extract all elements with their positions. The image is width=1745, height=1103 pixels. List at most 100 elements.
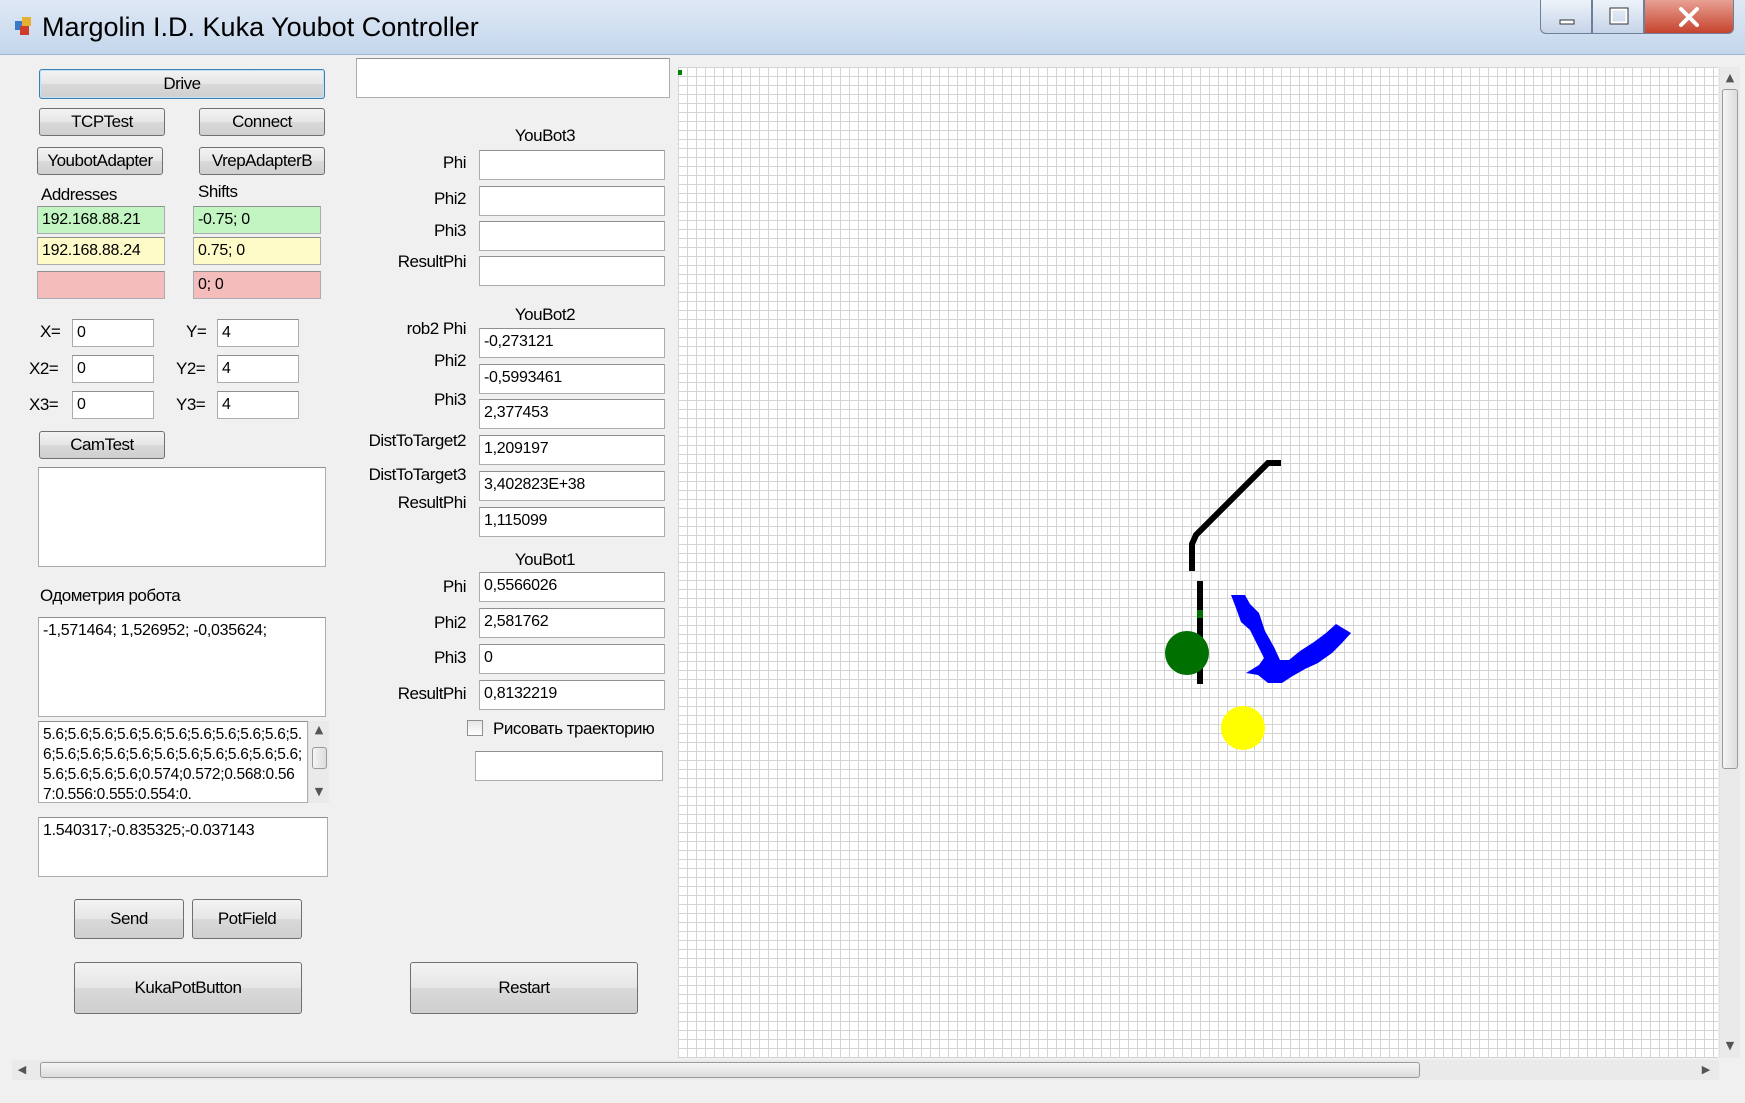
sensor-log-scroll-thumb[interactable] (312, 747, 327, 769)
hscroll-thumb[interactable] (40, 1062, 1420, 1078)
x1-field[interactable]: 0 (72, 319, 154, 347)
youbot3-result-label: ResultPhi (397, 252, 467, 271)
address-field-1[interactable]: 192.168.88.21 (37, 206, 165, 234)
app-window-icon (15, 17, 31, 35)
youbot3-phi3-label: Phi3 (433, 221, 467, 240)
youbot2-phi3-label: Phi3 (433, 390, 467, 409)
horizontal-scrollbar[interactable]: ◀ ▶ (12, 1060, 1719, 1080)
robot-marker (1165, 631, 1209, 675)
drive-button[interactable]: Drive (39, 69, 325, 99)
vrep-adapter-button[interactable]: VrepAdapterB (199, 147, 325, 175)
minimize-button[interactable] (1540, 0, 1592, 34)
x1-label: X= (40, 322, 61, 341)
client-area: Drive TCPTest Connect YoubotAdapter Vrep… (10, 55, 1740, 1096)
odometry-field[interactable]: -1,571464; 1,526952; -0,035624; (38, 617, 326, 717)
sensor-log-scrollbar[interactable]: ▲ ▼ (308, 721, 329, 803)
youbot2-dist3-field[interactable]: 3,402823E+38 (479, 471, 665, 501)
x2-label: X2= (29, 359, 59, 378)
scroll-down-icon[interactable]: ▼ (1720, 1039, 1740, 1052)
youbot2-phi-field[interactable]: -0,273121 (479, 328, 665, 358)
send-button[interactable]: Send (74, 899, 184, 939)
youbot-adapter-button[interactable]: YoubotAdapter (37, 147, 163, 175)
trajectory-field[interactable] (475, 751, 663, 781)
youbot3-result-field[interactable] (479, 256, 665, 286)
y1-field[interactable]: 4 (217, 319, 299, 347)
youbot2-phi3-field[interactable]: 2,377453 (479, 399, 665, 429)
shift-field-2[interactable]: 0.75; 0 (193, 237, 321, 265)
minimize-icon (1559, 19, 1575, 25)
target-marker (1221, 706, 1265, 750)
youbot1-title: YouBot1 (514, 550, 576, 569)
youbot3-title: YouBot3 (514, 126, 576, 145)
draw-trajectory-checkbox[interactable] (467, 720, 483, 736)
youbot2-title: YouBot2 (514, 305, 576, 324)
address-field-3[interactable] (37, 271, 165, 299)
window-title: Margolin I.D. Kuka Youbot Controller (42, 12, 479, 42)
shift-field-1[interactable]: -0.75; 0 (193, 206, 321, 234)
youbot2-result-label: ResultPhi (397, 493, 467, 512)
map-vscroll-thumb[interactable] (1722, 89, 1738, 769)
map-overlay (678, 70, 1351, 750)
scroll-left-icon[interactable]: ◀ (14, 1063, 30, 1076)
youbot3-phi2-label: Phi2 (433, 189, 467, 208)
restart-button[interactable]: Restart (410, 962, 638, 1014)
youbot3-phi-label: Phi (442, 153, 467, 172)
youbot1-phi-field[interactable]: 0,5566026 (479, 572, 665, 602)
connect-button[interactable]: Connect (199, 108, 325, 136)
sensor-log-field[interactable]: 5.6;5.6;5.6;5.6;5.6;5.6;5.6;5.6;5.6;5.6;… (38, 721, 308, 803)
addresses-label: Addresses (41, 185, 117, 204)
youbot1-phi2-label: Phi2 (433, 613, 467, 632)
command-input-field[interactable]: 1.540317;-0.835325;-0.037143 (38, 817, 328, 877)
youbot2-phi2-label: Phi2 (433, 351, 467, 370)
youbot1-phi3-label: Phi3 (433, 648, 467, 667)
cam-test-button[interactable]: CamTest (39, 431, 165, 459)
tcp-test-button[interactable]: TCPTest (39, 108, 165, 136)
obstacle-cells (1231, 595, 1351, 683)
scroll-right-icon[interactable]: ▶ (1698, 1063, 1714, 1076)
y3-label: Y3= (176, 395, 206, 414)
close-icon (1679, 7, 1699, 27)
youbot3-phi-field[interactable] (479, 150, 665, 180)
youbot2-phi2-field[interactable]: -0,5993461 (479, 364, 665, 394)
x3-field[interactable]: 0 (72, 391, 154, 419)
origin-marker (678, 70, 682, 75)
y3-field[interactable]: 4 (217, 391, 299, 419)
robot-path (1189, 460, 1281, 571)
scroll-down-icon[interactable]: ▼ (309, 785, 329, 798)
map-canvas[interactable] (678, 67, 1718, 1058)
youbot2-dist2-field[interactable]: 1,209197 (479, 435, 665, 465)
draw-trajectory-label: Рисовать траекторию (493, 719, 655, 738)
y1-label: Y= (186, 322, 207, 341)
youbot1-phi2-field[interactable]: 2,581762 (479, 608, 665, 638)
youbot1-phi3-field[interactable]: 0 (479, 644, 665, 674)
title-bar[interactable]: Margolin I.D. Kuka Youbot Controller (0, 0, 1745, 55)
youbot2-dist2-label: DistToTarget2 (368, 431, 467, 450)
map-vertical-scrollbar[interactable]: ▲ ▼ (1719, 67, 1740, 1058)
close-button[interactable] (1644, 0, 1734, 34)
scroll-up-icon[interactable]: ▲ (1720, 71, 1740, 84)
scroll-up-icon[interactable]: ▲ (309, 723, 329, 736)
youbot3-phi2-field[interactable] (479, 186, 665, 216)
top-input-field[interactable] (356, 58, 670, 98)
shift-field-3[interactable]: 0; 0 (193, 271, 321, 299)
address-field-2[interactable]: 192.168.88.24 (37, 237, 165, 265)
robot-heading-marker (1197, 610, 1203, 618)
youbot3-phi3-field[interactable] (479, 221, 665, 251)
pot-field-button[interactable]: PotField (192, 899, 302, 939)
x3-label: X3= (29, 395, 59, 414)
youbot1-phi-label: Phi (442, 577, 467, 596)
youbot1-result-label: ResultPhi (397, 684, 467, 703)
kuka-pot-button[interactable]: KukaPotButton (74, 962, 302, 1014)
youbot1-result-field[interactable]: 0,8132219 (479, 680, 665, 710)
youbot2-phi-label: rob2 Phi (406, 319, 467, 338)
main-window: Margolin I.D. Kuka Youbot Controller Dri… (0, 0, 1745, 1103)
x2-field[interactable]: 0 (72, 355, 154, 383)
maximize-button[interactable] (1592, 0, 1644, 34)
odometry-label: Одометрия робота (40, 586, 181, 605)
shifts-label: Shifts (198, 182, 238, 201)
y2-field[interactable]: 4 (217, 355, 299, 383)
y2-label: Y2= (176, 359, 206, 378)
cam-output-field[interactable] (38, 467, 326, 567)
youbot2-result-field[interactable]: 1,115099 (479, 507, 665, 537)
youbot2-dist3-label: DistToTarget3 (368, 465, 467, 484)
